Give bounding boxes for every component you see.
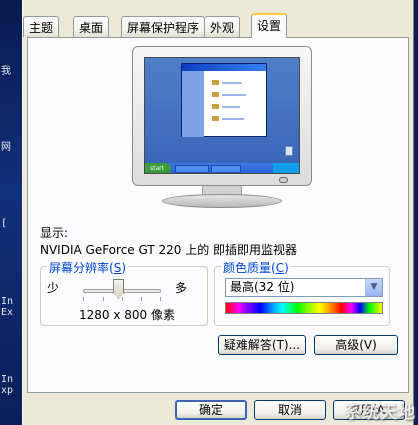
screen-resolution-group: 屏幕分辨率(S) 少 多 1280 x 800 像素 (40, 259, 208, 326)
slider-tick (141, 297, 142, 301)
preview-taskbar: start (145, 163, 299, 173)
preview-folder-icon (212, 116, 219, 121)
preview-line (222, 118, 244, 120)
settings-panel: start 显示: NVIDIA GeForce GT 220 上的 即插即用监… (27, 37, 409, 393)
preview-task (211, 165, 241, 173)
preview-line (222, 106, 240, 108)
watermark-logo: 系统天地 (344, 403, 416, 423)
slider-tick (103, 297, 104, 301)
color-quality-select[interactable]: 最高(32 位) ▼ (225, 278, 383, 297)
tab-bar: 主题 桌面 屏幕保护程序 外观 设置 (23, 0, 415, 38)
monitor-preview: start (132, 46, 312, 210)
display-device-name: NVIDIA GeForce GT 220 上的 即插即用监视器 (40, 243, 298, 257)
preview-start-button: start (145, 163, 171, 173)
slider-min-label: 少 (47, 281, 60, 295)
preview-line (222, 82, 242, 84)
desktop-background-left (0, 0, 22, 425)
tab-label: 设置 (257, 19, 282, 33)
slider-tick (122, 297, 123, 301)
preview-line (222, 94, 246, 96)
preview-window (181, 63, 267, 137)
color-quality-group-title: 颜色质量(C) (221, 259, 291, 276)
display-properties-window: 主题 桌面 屏幕保护程序 外观 设置 start 显示: NVIDIA GeFo… (22, 0, 414, 425)
slider-tick (160, 297, 161, 301)
desktop-icon-label: 网 (1, 142, 11, 153)
preview-window-titlebar (182, 64, 266, 71)
tab-screensaver[interactable]: 屏幕保护程序 (121, 16, 206, 37)
display-label: 显示: (40, 226, 69, 240)
preview-folder-icon (212, 104, 219, 109)
desktop-icon-label: [ (1, 218, 8, 229)
color-quality-value: 最高(32 位) (228, 280, 362, 295)
monitor-screen: start (144, 57, 300, 174)
resolution-group-title: 屏幕分辨率(S) (47, 259, 129, 276)
power-button-icon (279, 177, 288, 183)
preview-task (175, 165, 209, 173)
tab-label: 外观 (210, 21, 235, 35)
desktop-icon-label: In Ex (1, 296, 14, 318)
resolution-value: 1280 x 800 像素 (79, 308, 175, 322)
monitor-bezel: start (132, 46, 312, 186)
monitor-stand (162, 194, 282, 208)
preview-window-sidebar (182, 71, 204, 137)
ok-button[interactable]: 确定 (175, 400, 247, 420)
preview-folder-icon (212, 80, 219, 85)
slider-max-label: 多 (175, 281, 188, 295)
preview-tray (273, 163, 299, 173)
tab-appearance[interactable]: 外观 (204, 16, 241, 37)
slider-tick (83, 297, 84, 301)
tab-label: 桌面 (79, 21, 104, 35)
desktop-icon-label: In xp (1, 374, 14, 396)
desktop-icon-label: 我 (1, 66, 11, 77)
color-spectrum-preview (225, 302, 383, 314)
tab-label: 屏幕保护程序 (127, 21, 200, 35)
preview-folder-icon (212, 92, 219, 97)
advanced-button[interactable]: 高级(V) (314, 335, 398, 355)
recycle-bin-icon (285, 146, 293, 156)
resolution-slider-thumb[interactable] (113, 279, 125, 299)
tab-label: 主题 (29, 21, 54, 35)
cancel-button[interactable]: 取消 (254, 400, 326, 420)
tab-desktop[interactable]: 桌面 (73, 16, 110, 37)
color-quality-group: 颜色质量(C) 最高(32 位) ▼ (214, 259, 390, 326)
chevron-down-icon[interactable]: ▼ (365, 279, 382, 296)
tab-settings[interactable]: 设置 (251, 13, 288, 38)
troubleshoot-button[interactable]: 疑难解答(T)... (218, 335, 306, 355)
tab-themes[interactable]: 主题 (23, 16, 60, 37)
